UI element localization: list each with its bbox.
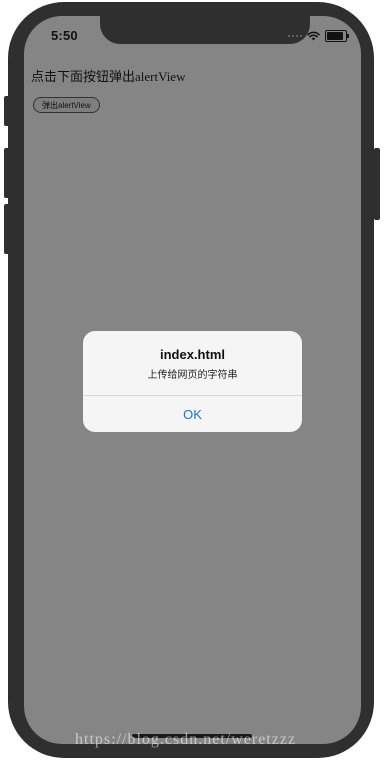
device-screen: 5:50 点击下面按钮弹出alertView 弹出alertView index…	[24, 16, 361, 744]
power-button	[374, 148, 380, 220]
signal-icon	[288, 35, 302, 37]
alert-message: 上传给网页的字符串	[147, 370, 238, 381]
alert-ok-button[interactable]: OK	[83, 396, 302, 432]
wifi-icon	[307, 31, 320, 41]
battery-icon	[325, 30, 349, 42]
silent-switch	[4, 96, 10, 126]
status-time: 5:50	[51, 28, 78, 43]
show-alert-button[interactable]: 弹出alertView	[33, 97, 100, 113]
volume-up-button	[4, 148, 10, 198]
alert-title: index.html	[159, 347, 225, 362]
notch	[100, 16, 310, 44]
instruction-text: 点击下面按钮弹出alertView	[31, 69, 186, 84]
alert-dialog: index.html 上传给网页的字符串 OK	[83, 331, 302, 432]
battery-level	[327, 32, 344, 40]
watermark: https://blog.csdn.net/weretzzz	[75, 731, 297, 748]
status-icons	[288, 30, 349, 42]
volume-down-button	[4, 204, 10, 254]
